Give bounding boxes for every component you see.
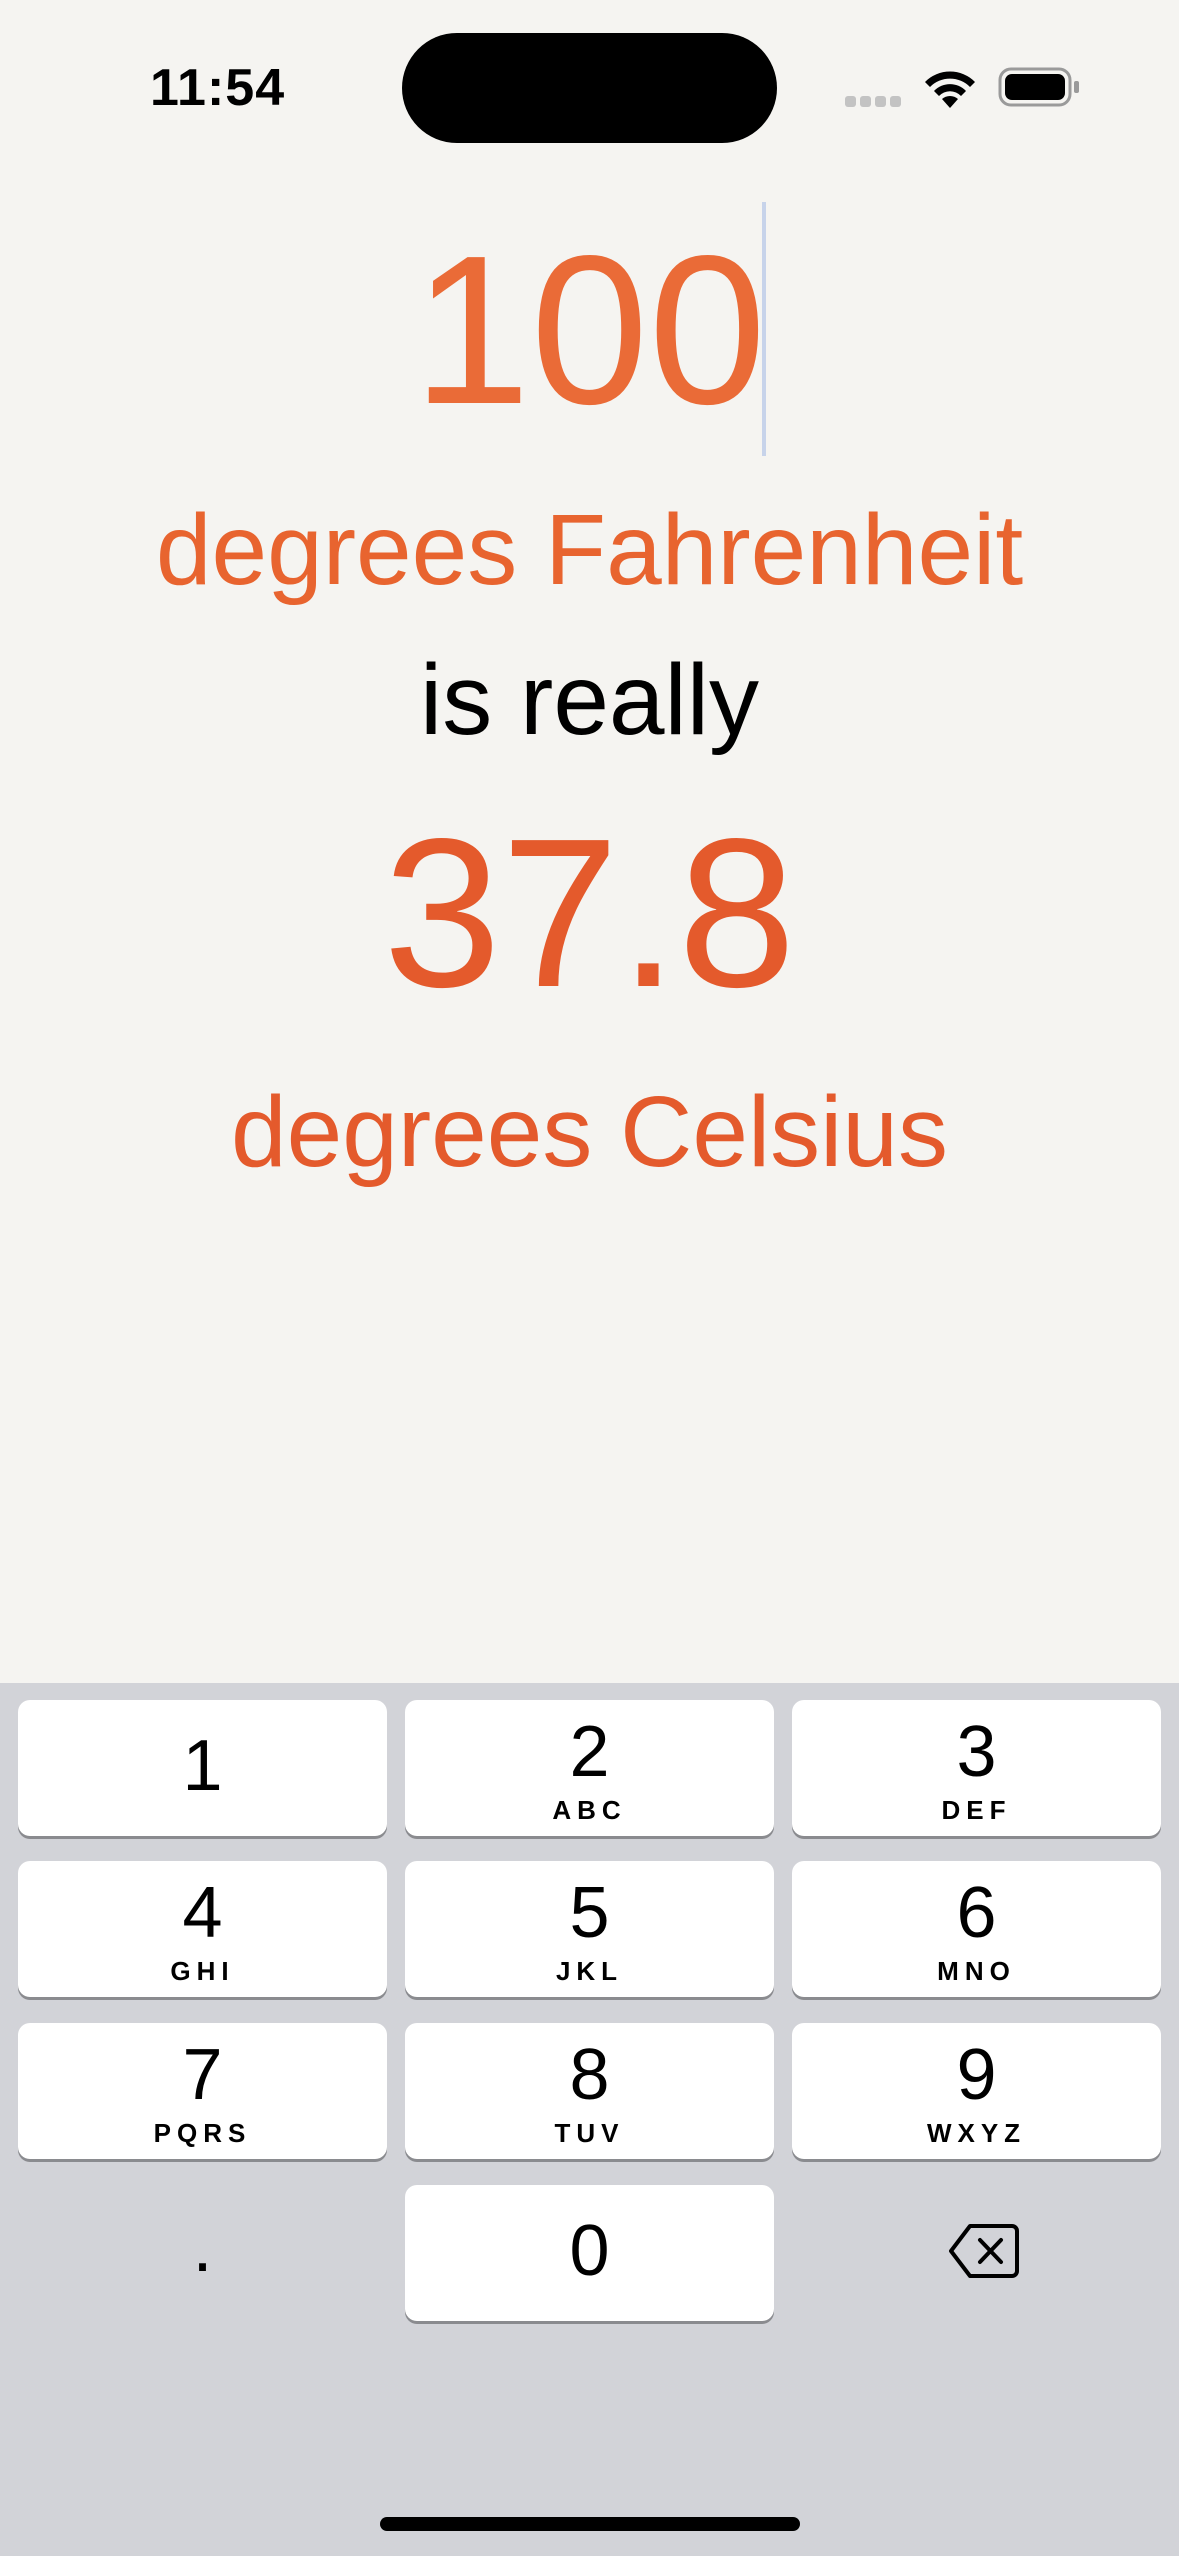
key-digit: 2 (569, 1712, 610, 1792)
dynamic-island (402, 33, 777, 143)
battery-icon (998, 67, 1079, 107)
key-letters: JKL (555, 1956, 624, 1986)
decimal-symbol: . (192, 2207, 213, 2287)
connector-label: is really (420, 644, 759, 756)
delete-backward-icon (949, 2224, 1019, 2278)
key-decimal[interactable]: . (18, 2185, 387, 2321)
celsius-value: 37.8 (383, 794, 796, 1031)
key-letters: TUV (554, 2118, 625, 2148)
status-time: 11:54 (150, 59, 286, 117)
home-indicator[interactable] (380, 2517, 800, 2531)
key-letters: DEF (941, 1795, 1012, 1825)
key-4[interactable]: 4 GHI (18, 1861, 387, 1997)
key-digit: 7 (182, 2035, 223, 2115)
key-5[interactable]: 5 JKL (405, 1861, 774, 1997)
key-digit: 3 (956, 1712, 997, 1792)
fahrenheit-input[interactable]: 100 (0, 200, 1179, 460)
key-letters: WXYZ (926, 2118, 1027, 2148)
fahrenheit-unit-label: degrees Fahrenheit (155, 494, 1024, 606)
numeric-keypad: 1 2 ABC 3 DEF 4 GHI 5 JKL 6 MNO 7 PQRS 8… (0, 1683, 1179, 2556)
key-6[interactable]: 6 MNO (792, 1861, 1161, 1997)
key-9[interactable]: 9 WXYZ (792, 2023, 1161, 2159)
key-letters: PQRS (153, 2118, 252, 2148)
key-digit: 5 (569, 1873, 610, 1953)
key-8[interactable]: 8 TUV (405, 2023, 774, 2159)
celsius-unit-label: degrees Celsius (230, 1076, 949, 1188)
key-3[interactable]: 3 DEF (792, 1700, 1161, 1836)
cellular-signal-icon (845, 94, 905, 107)
key-digit: 8 (569, 2035, 610, 2115)
key-digit: 0 (569, 2211, 610, 2291)
key-digit: 9 (956, 2035, 997, 2115)
key-digit: 1 (182, 1726, 223, 1806)
text-cursor (762, 202, 766, 456)
status-bar: 11:54 (0, 0, 1179, 170)
key-0[interactable]: 0 (405, 2185, 774, 2321)
key-digit: 4 (182, 1873, 223, 1953)
key-letters: GHI (170, 1956, 235, 1986)
wifi-icon (925, 71, 975, 108)
key-letters: MNO (937, 1956, 1016, 1986)
key-digit: 6 (956, 1873, 997, 1953)
key-1[interactable]: 1 (18, 1700, 387, 1836)
key-letters: ABC (552, 1795, 627, 1825)
key-2[interactable]: 2 ABC (405, 1700, 774, 1836)
key-7[interactable]: 7 PQRS (18, 2023, 387, 2159)
